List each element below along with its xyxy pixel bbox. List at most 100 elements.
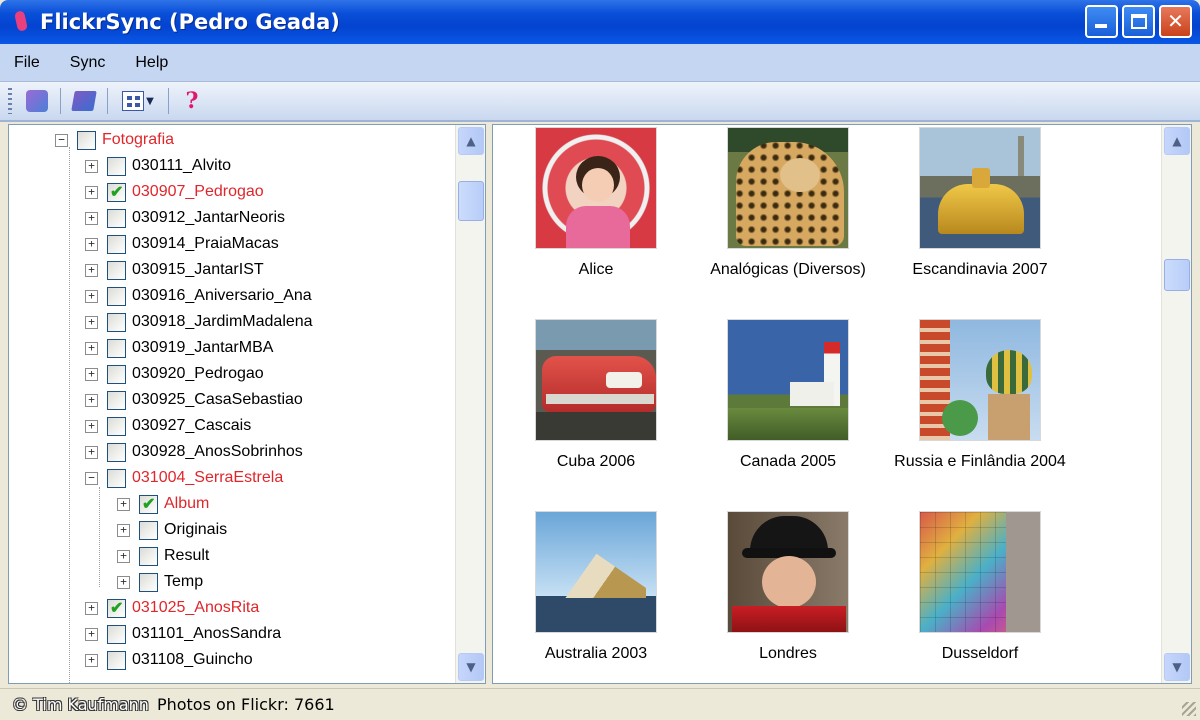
expand-icon[interactable]: +: [85, 211, 98, 225]
expand-icon[interactable]: +: [85, 419, 98, 433]
album-item-canada[interactable]: Canada 2005: [693, 319, 883, 471]
tree-checkbox[interactable]: [107, 364, 126, 384]
album-thumbnail[interactable]: [919, 319, 1041, 441]
album-item-australia[interactable]: Australia 2003: [501, 511, 691, 663]
expand-icon[interactable]: +: [85, 367, 98, 381]
scroll-up-button[interactable]: ▲: [458, 127, 484, 155]
tree-node[interactable]: +031101_AnosSandra: [85, 621, 281, 647]
maximize-button[interactable]: [1122, 5, 1155, 38]
tree-child-node[interactable]: + Originais: [117, 517, 227, 543]
expand-icon[interactable]: +: [85, 237, 98, 251]
tree-checkbox[interactable]: [107, 442, 126, 462]
sync-button[interactable]: [22, 86, 52, 116]
tree-node[interactable]: +030916_Aniversario_Ana: [85, 283, 312, 309]
expand-icon[interactable]: +: [85, 185, 98, 199]
album-item-analogicas[interactable]: Analógicas (Diversos): [693, 127, 883, 279]
folder-tree[interactable]: − Fotografia +030111_Alvito +030907_Pedr…: [8, 124, 486, 684]
tree-checkbox[interactable]: [107, 286, 126, 306]
tree-node[interactable]: +030915_JantarIST: [85, 257, 264, 283]
tree-checkbox[interactable]: [107, 182, 126, 202]
scroll-thumb[interactable]: [1164, 259, 1190, 291]
expand-icon[interactable]: +: [85, 341, 98, 355]
tree-node[interactable]: +030919_JantarMBA: [85, 335, 273, 361]
tree-checkbox[interactable]: [107, 416, 126, 436]
toolbar-grip[interactable]: [8, 88, 12, 114]
tree-scrollbar[interactable]: ▲ ▼: [455, 125, 485, 683]
expand-icon[interactable]: +: [85, 445, 98, 459]
album-thumbnail[interactable]: [727, 127, 849, 249]
tree-node[interactable]: +030928_AnosSobrinhos: [85, 439, 303, 465]
tree-checkbox[interactable]: [107, 156, 126, 176]
album-thumbnail[interactable]: [535, 319, 657, 441]
expand-icon[interactable]: +: [85, 263, 98, 277]
tree-checkbox[interactable]: [107, 650, 126, 670]
album-item-alice[interactable]: Alice: [501, 127, 691, 279]
album-thumbnail[interactable]: [919, 127, 1041, 249]
tree-node-root[interactable]: − Fotografia: [55, 127, 174, 153]
tree-node[interactable]: +030918_JardimMadalena: [85, 309, 313, 335]
menu-file[interactable]: File: [14, 54, 40, 72]
tree-node[interactable]: +031108_Guincho: [85, 647, 253, 673]
expand-icon[interactable]: +: [85, 653, 98, 667]
album-item-cuba[interactable]: Cuba 2006: [501, 319, 691, 471]
tree-checkbox[interactable]: [139, 494, 158, 514]
expand-icon[interactable]: +: [85, 289, 98, 303]
album-scrollbar[interactable]: ▲ ▼: [1161, 125, 1191, 683]
tree-child-node[interactable]: + Result: [117, 543, 209, 569]
menu-sync[interactable]: Sync: [70, 54, 106, 72]
expand-icon[interactable]: +: [85, 601, 98, 615]
expand-icon[interactable]: +: [85, 393, 98, 407]
tree-node[interactable]: +030927_Cascais: [85, 413, 251, 439]
tree-child-node[interactable]: + Album: [117, 491, 209, 517]
expand-icon[interactable]: +: [85, 627, 98, 641]
expand-icon[interactable]: +: [85, 315, 98, 329]
tree-checkbox[interactable]: [107, 624, 126, 644]
tree-checkbox[interactable]: [107, 468, 126, 488]
tree-checkbox[interactable]: [107, 338, 126, 358]
tree-checkbox[interactable]: [139, 546, 158, 566]
scroll-down-button[interactable]: ▼: [458, 653, 484, 681]
upload-button[interactable]: [69, 86, 99, 116]
resize-grip[interactable]: [1182, 702, 1196, 716]
scroll-thumb[interactable]: [458, 181, 484, 221]
album-item-russia[interactable]: Russia e Finlândia 2004: [885, 319, 1075, 471]
minimize-button[interactable]: [1085, 5, 1118, 38]
tree-checkbox[interactable]: [107, 390, 126, 410]
expand-icon[interactable]: +: [117, 575, 130, 589]
album-thumbnail[interactable]: [535, 511, 657, 633]
tree-node[interactable]: +030912_JantarNeoris: [85, 205, 285, 231]
expand-icon[interactable]: +: [117, 549, 130, 563]
album-item-londres[interactable]: Londres: [693, 511, 883, 663]
scroll-down-button[interactable]: ▼: [1164, 653, 1190, 681]
tree-node[interactable]: − 031004_SerraEstrela: [85, 465, 283, 491]
album-item-escandinavia[interactable]: Escandinavia 2007: [885, 127, 1075, 279]
help-button[interactable]: ?: [177, 86, 207, 116]
collapse-icon[interactable]: −: [55, 133, 68, 147]
expand-icon[interactable]: +: [117, 497, 130, 511]
tree-checkbox[interactable]: [107, 598, 126, 618]
scroll-up-button[interactable]: ▲: [1164, 127, 1190, 155]
album-thumbnail[interactable]: [919, 511, 1041, 633]
album-item-dusseldorf[interactable]: Dusseldorf: [885, 511, 1075, 663]
collapse-icon[interactable]: −: [85, 471, 98, 485]
tree-checkbox[interactable]: [139, 520, 158, 540]
tree-node[interactable]: +030914_PraiaMacas: [85, 231, 279, 257]
tree-checkbox[interactable]: [107, 208, 126, 228]
expand-icon[interactable]: +: [85, 159, 98, 173]
tree-node[interactable]: +030925_CasaSebastiao: [85, 387, 303, 413]
album-thumbnail[interactable]: [535, 127, 657, 249]
tree-node[interactable]: +030920_Pedrogao: [85, 361, 264, 387]
tree-node[interactable]: +030907_Pedrogao: [85, 179, 264, 205]
view-mode-dropdown[interactable]: ▼: [116, 86, 160, 116]
close-button[interactable]: ✕: [1159, 5, 1192, 38]
tree-checkbox[interactable]: [139, 572, 158, 592]
tree-checkbox[interactable]: [107, 312, 126, 332]
tree-node[interactable]: +030111_Alvito: [85, 153, 231, 179]
menu-help[interactable]: Help: [135, 54, 168, 72]
tree-checkbox[interactable]: [77, 130, 96, 150]
tree-checkbox[interactable]: [107, 260, 126, 280]
album-thumbnail[interactable]: [727, 319, 849, 441]
tree-checkbox[interactable]: [107, 234, 126, 254]
tree-node[interactable]: +031025_AnosRita: [85, 595, 259, 621]
album-thumbnail[interactable]: [727, 511, 849, 633]
